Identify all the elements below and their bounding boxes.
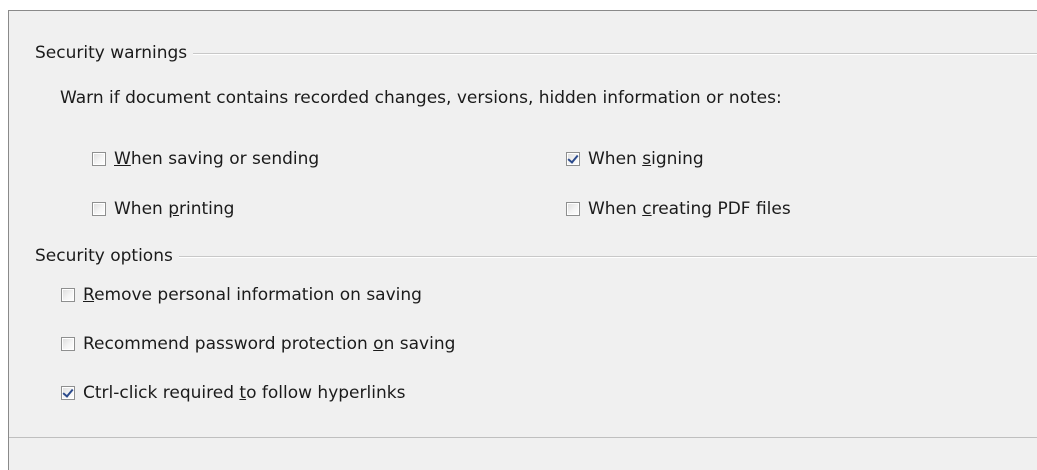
checkbox-when-printing[interactable]: When printing — [92, 197, 234, 221]
checkbox-label: Recommend password protection on saving — [83, 334, 456, 354]
checkbox-when-creating-pdf[interactable]: When creating PDF files — [566, 197, 791, 221]
checkbox-box[interactable] — [566, 202, 580, 216]
security-options-header: Security options — [35, 244, 1037, 268]
checkbox-box[interactable] — [61, 386, 75, 400]
section-divider — [193, 53, 1037, 55]
checkbox-remove-personal-info[interactable]: Remove personal information on saving — [61, 283, 422, 307]
checkbox-label: Remove personal information on saving — [83, 285, 422, 305]
checkbox-label: When signing — [588, 149, 704, 169]
checkbox-ctrl-click-hyperlinks[interactable]: Ctrl-click required to follow hyperlinks — [61, 381, 405, 405]
security-warnings-header: Security warnings — [35, 41, 1037, 65]
security-warnings-title: Security warnings — [35, 43, 188, 63]
checkbox-box[interactable] — [92, 202, 106, 216]
checkbox-box[interactable] — [566, 152, 580, 166]
checkbox-when-signing[interactable]: When signing — [566, 147, 704, 171]
checkbox-label: When creating PDF files — [588, 199, 791, 219]
bottom-divider — [9, 437, 1037, 438]
checkbox-recommend-password[interactable]: Recommend password protection on saving — [61, 332, 455, 356]
security-options-title: Security options — [35, 246, 173, 266]
warn-description: Warn if document contains recorded chang… — [60, 88, 782, 108]
security-options-dialog: Security warnings Warn if document conta… — [8, 10, 1037, 470]
checkbox-box[interactable] — [61, 337, 75, 351]
section-divider — [178, 256, 1037, 258]
checkbox-label: Ctrl-click required to follow hyperlinks — [83, 383, 406, 403]
checkbox-label: When printing — [114, 199, 235, 219]
checkbox-when-saving-or-sending[interactable]: When saving or sending — [92, 147, 319, 171]
checkbox-label: When saving or sending — [114, 149, 320, 169]
checkbox-box[interactable] — [92, 152, 106, 166]
checkbox-box[interactable] — [61, 288, 75, 302]
